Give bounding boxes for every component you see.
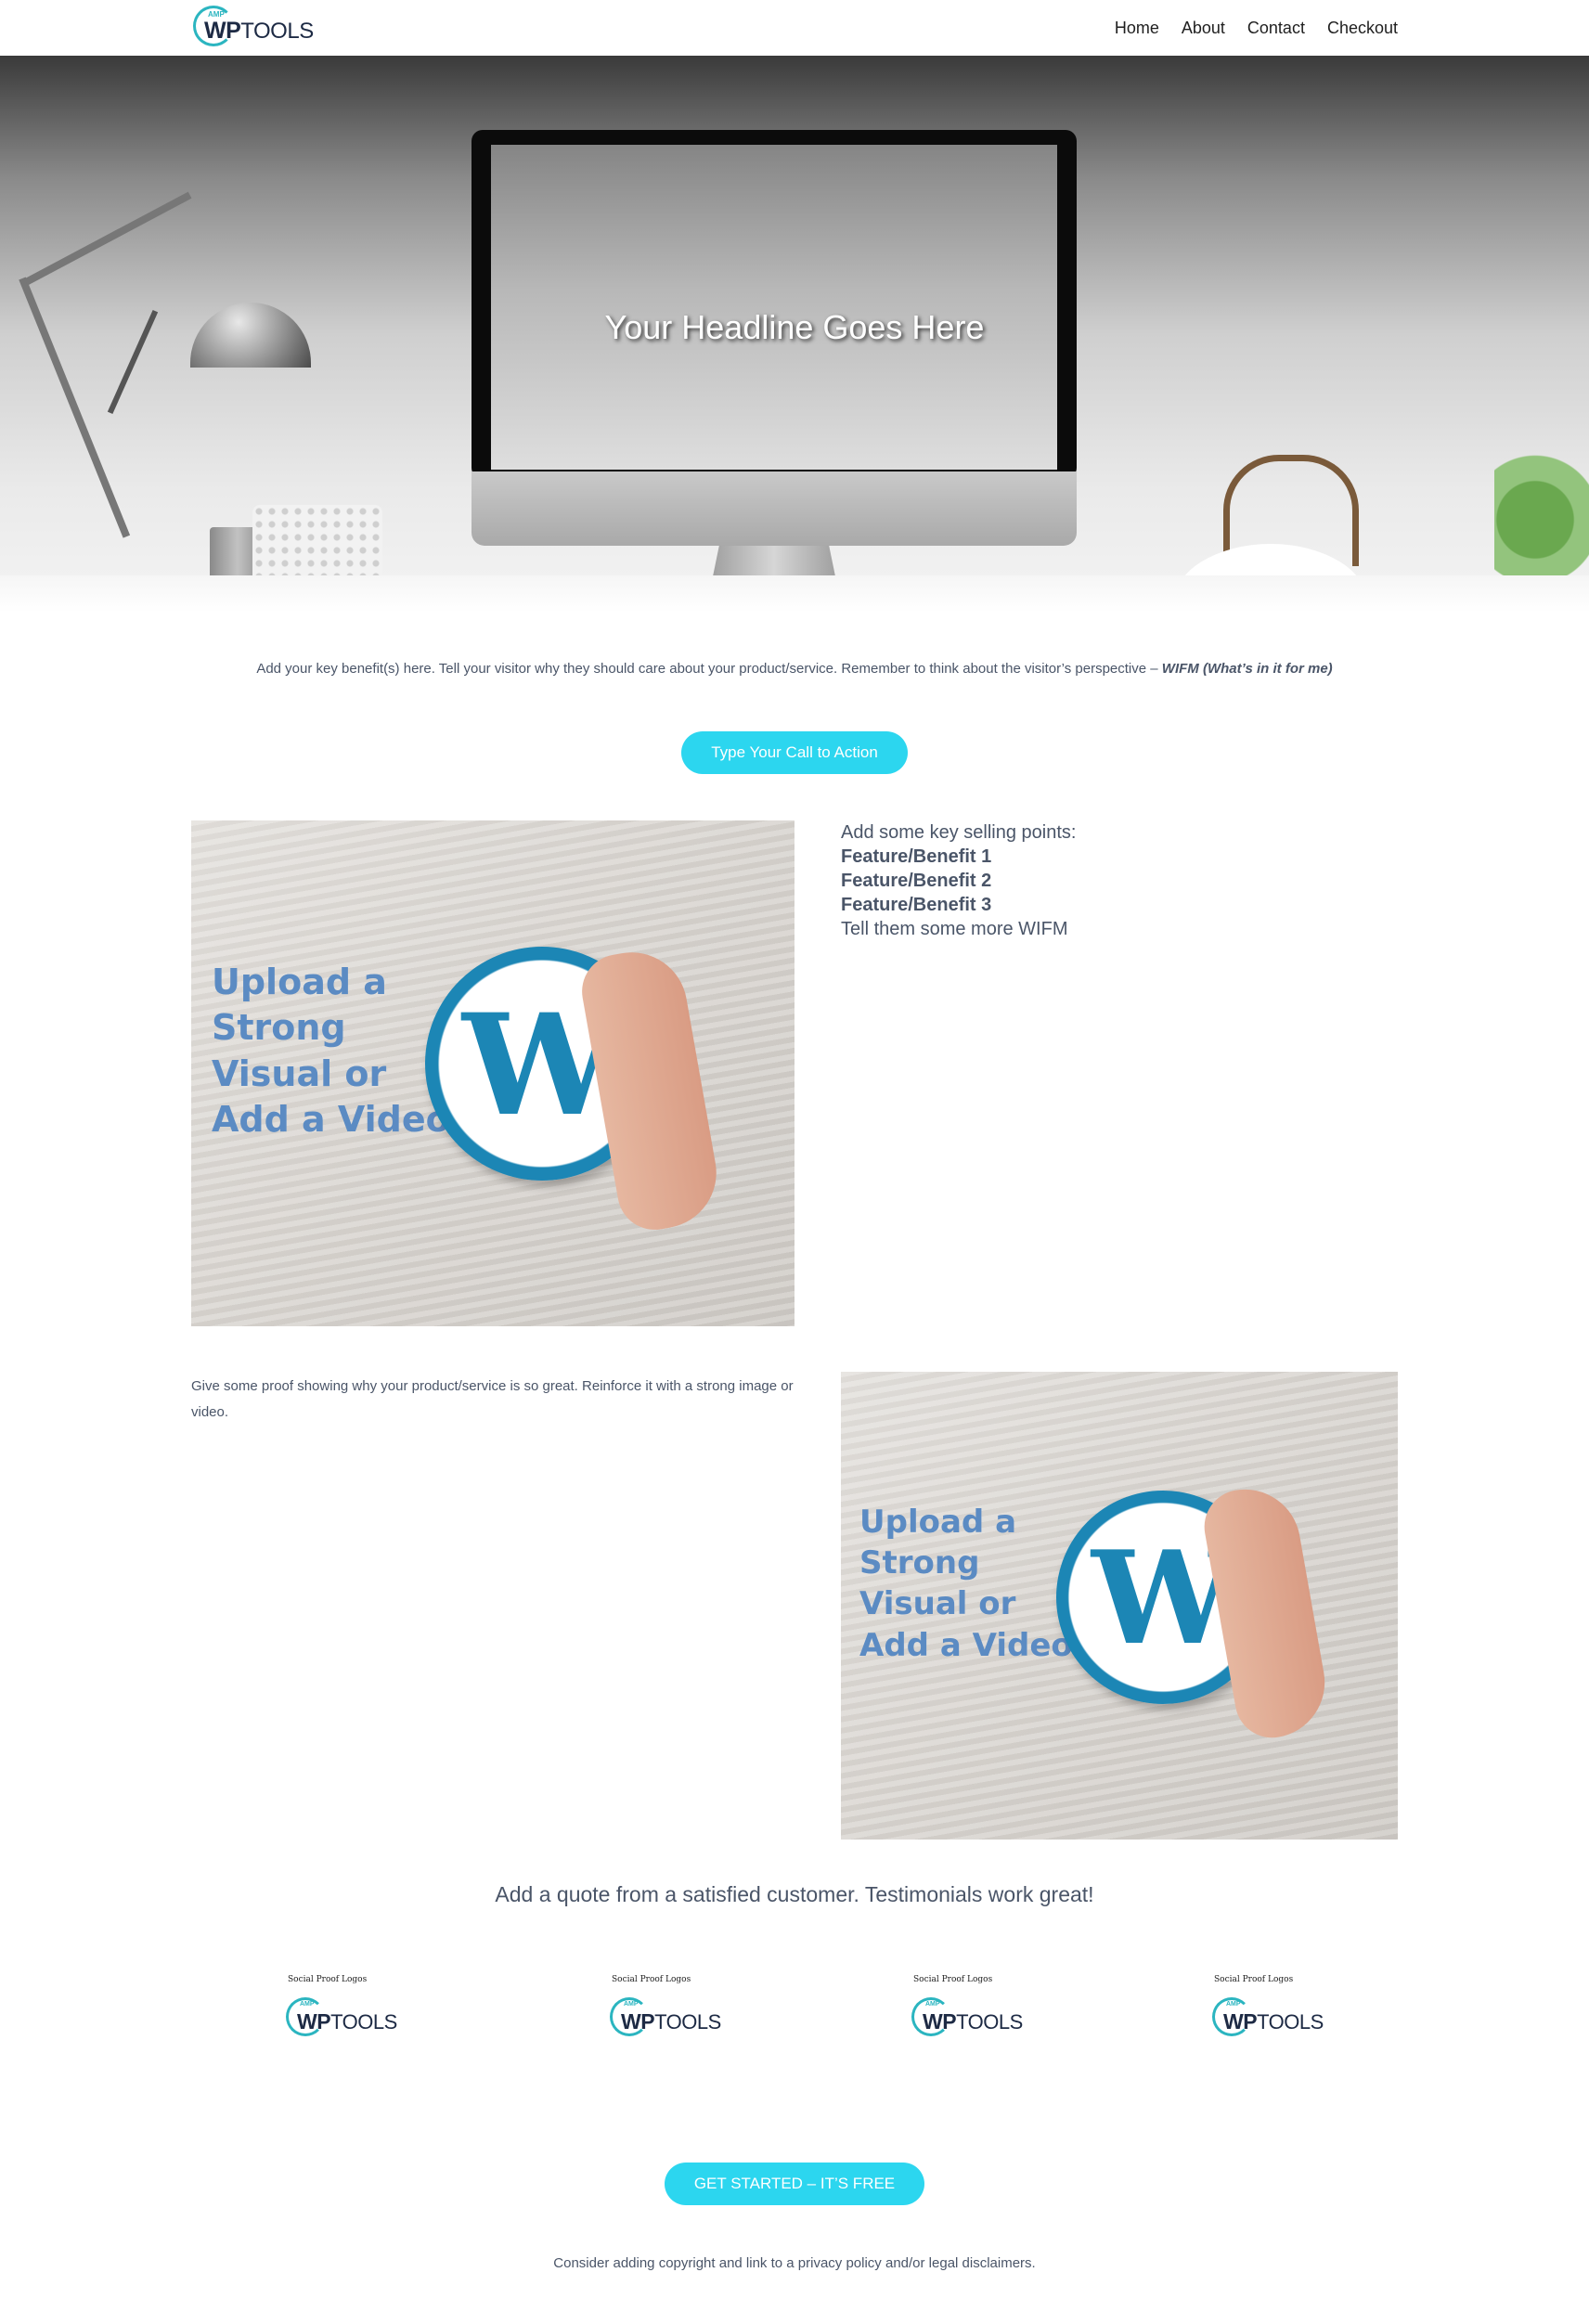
feature-image-overlay-text: Upload a Strong Visual or Add a Video xyxy=(212,960,450,1143)
social-proof-logos: Social Proof Logos AMP WPTOOLS Social Pr… xyxy=(0,1975,1589,2049)
monitor-chin xyxy=(472,471,1077,546)
overlay-line: Upload a xyxy=(212,962,387,1002)
overlay-line: Strong xyxy=(859,1544,980,1582)
logo-wordmark: WPTOOLS xyxy=(621,2009,721,2034)
desk-lamp-arm-upper xyxy=(24,191,192,286)
logo-tools-text: TOOLS xyxy=(956,2010,1023,2034)
social-proof-logo: Social Proof Logos AMP WPTOOLS xyxy=(1212,1975,1342,2049)
logo-amp-text: AMP xyxy=(624,2001,639,2008)
social-proof-caption: Social Proof Logos xyxy=(612,1975,691,1984)
overlay-line: Strong xyxy=(212,1007,346,1049)
testimonial-quote: Add a quote from a satisfied customer. T… xyxy=(495,1882,1094,1906)
nav-contact-link[interactable]: Contact xyxy=(1247,19,1305,38)
wptools-logo: AMP WPTOOLS xyxy=(610,1997,721,2036)
proof-image-overlay-text: Upload a Strong Visual or Add a Video xyxy=(859,1502,1073,1666)
desk-surface xyxy=(0,575,1589,613)
logo-wp-text: WP xyxy=(1223,2009,1258,2034)
call-to-action-button[interactable]: Type Your Call to Action xyxy=(681,731,908,774)
logo-amp-text: AMP xyxy=(1226,2001,1241,2008)
main-nav: Home About Contact Checkout xyxy=(1092,0,1398,56)
logo-amp-text: AMP xyxy=(300,2001,315,2008)
proof-text: Give some proof showing why your product… xyxy=(191,1378,794,1420)
social-proof-caption: Social Proof Logos xyxy=(288,1975,368,1984)
wptools-logo: AMP WPTOOLS xyxy=(1212,1997,1324,2036)
key-benefit-emphasis: WIFM (What’s in it for me) xyxy=(1161,661,1333,677)
social-proof-logo: Social Proof Logos AMP WPTOOLS xyxy=(911,1975,1041,2049)
feature-benefit-3: Feature/Benefit 3 xyxy=(841,895,992,915)
logo-wp-text: WP xyxy=(923,2009,957,2034)
computer-monitor xyxy=(472,130,1077,479)
logo-wordmark: WPTOOLS xyxy=(297,2009,397,2034)
feature-benefit-1: Feature/Benefit 1 xyxy=(841,846,992,867)
wptools-logo: AMP WPTOOLS xyxy=(286,1997,397,2036)
overlay-line: Visual or xyxy=(212,1052,387,1094)
overlay-line: Upload a xyxy=(859,1504,1017,1541)
nav-home-link[interactable]: Home xyxy=(1115,19,1159,38)
social-proof-logo: Social Proof Logos AMP WPTOOLS xyxy=(610,1975,740,2049)
monitor-screen xyxy=(491,145,1057,470)
logo-wordmark: WPTOOLS xyxy=(923,2009,1023,2034)
logo-wp-text: WP xyxy=(297,2009,331,2034)
logo-tools-text: TOOLS xyxy=(330,2010,397,2034)
key-benefit-text: Add your key benefit(s) here. Tell your … xyxy=(0,661,1589,677)
get-started-button[interactable]: GET STARTED – IT’S FREE xyxy=(665,2163,924,2205)
key-benefit-body: Add your key benefit(s) here. Tell your … xyxy=(256,661,1162,677)
overlay-line: Add a Video xyxy=(859,1626,1073,1664)
nav-checkout-link[interactable]: Checkout xyxy=(1327,19,1398,38)
logo-tools-text: TOOLS xyxy=(654,2010,721,2034)
logo-wordmark: WPTOOLS xyxy=(1223,2009,1324,2034)
selling-points: Add some key selling points: Feature/Ben… xyxy=(841,820,1076,941)
overlay-line: Visual or xyxy=(859,1585,1016,1623)
logo-amp-text: AMP xyxy=(925,2001,940,2008)
footer-disclaimer: Consider adding copyright and link to a … xyxy=(553,2255,1036,2271)
site-header: AMP WPTOOLS Home About Contact Checkout xyxy=(0,0,1589,56)
selling-points-intro: Add some key selling points: xyxy=(841,822,1077,843)
logo-tools-text: TOOLS xyxy=(240,19,314,44)
hero-banner: Your Headline Goes Here xyxy=(0,56,1589,613)
social-proof-caption: Social Proof Logos xyxy=(1214,1975,1294,1984)
feature-image: Upload a Strong Visual or Add a Video W xyxy=(191,820,794,1326)
proof-image: Upload a Strong Visual or Add a Video W xyxy=(841,1372,1398,1840)
logo-wp-text: WP xyxy=(621,2009,655,2034)
logo-wordmark: WPTOOLS xyxy=(204,18,314,45)
feature-benefit-2: Feature/Benefit 2 xyxy=(841,871,992,891)
logo-wp-text: WP xyxy=(204,18,241,44)
social-proof-caption: Social Proof Logos xyxy=(913,1975,993,1984)
logo-tools-text: TOOLS xyxy=(1257,2010,1324,2034)
selling-points-outro: Tell them some more WIFM xyxy=(841,919,1068,939)
nav-about-link[interactable]: About xyxy=(1182,19,1225,38)
hero-headline: Your Headline Goes Here xyxy=(604,308,985,346)
site-logo[interactable]: AMP WPTOOLS xyxy=(193,6,314,46)
social-proof-logo: Social Proof Logos AMP WPTOOLS xyxy=(286,1975,416,2049)
overlay-line: Add a Video xyxy=(212,1099,450,1141)
wptools-logo: AMP WPTOOLS xyxy=(911,1997,1023,2036)
